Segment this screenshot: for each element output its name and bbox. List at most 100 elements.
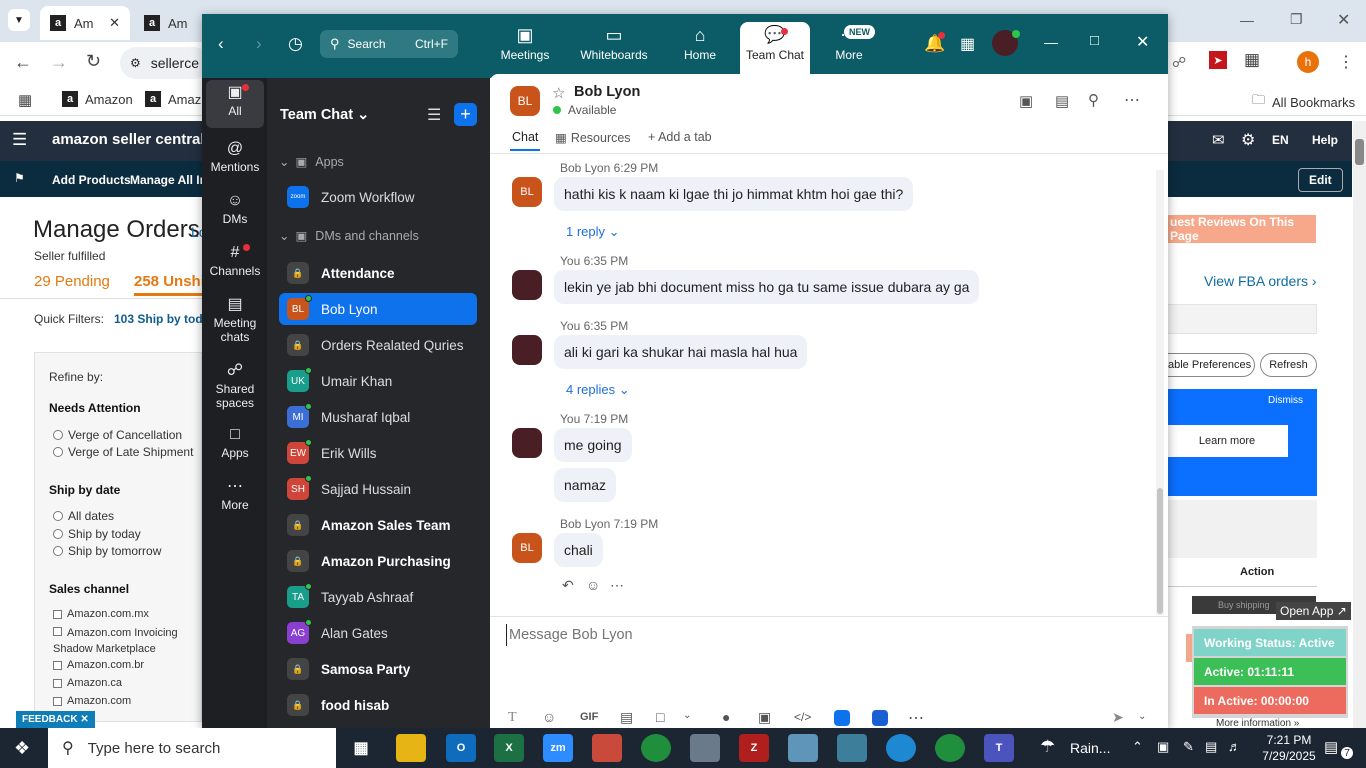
radio-ship-today[interactable]: Ship by today (53, 527, 141, 541)
share-screen-icon[interactable]: ▤ (1055, 92, 1069, 110)
message-input[interactable] (506, 624, 1106, 646)
hamburger-menu-icon[interactable]: ☰ (12, 130, 27, 150)
checkbox-amazon-com[interactable]: Amazon.com (53, 695, 131, 707)
app-taskbar-icon[interactable] (592, 734, 622, 762)
bookmark-icon[interactable]: ⚑ (14, 171, 25, 185)
wifi-icon[interactable]: ▤ (1205, 739, 1217, 755)
rail-mentions[interactable]: @ Mentions (206, 138, 264, 174)
minimize-icon[interactable]: — (1044, 34, 1058, 50)
nav-team-chat[interactable]: 💬 Team Chat (740, 22, 810, 78)
text-format-icon[interactable]: T (508, 710, 517, 726)
file-icon[interactable]: ▤ (620, 709, 633, 726)
chevron-down-icon[interactable]: ⌄ (1138, 711, 1146, 722)
profile-avatar[interactable]: h (1297, 51, 1319, 73)
checkbox-amazon-br[interactable]: Amazon.com.br (53, 659, 144, 671)
reload-icon[interactable]: ↻ (86, 51, 101, 72)
windows-start-icon[interactable]: ❖ (14, 738, 30, 759)
radio-verge-late-shipment[interactable]: Verge of Late Shipment (53, 445, 193, 459)
section-apps[interactable]: ⌄ ▣ Apps (279, 154, 344, 170)
browser-tab-active[interactable]: a Am ✕ (40, 6, 130, 40)
send-icon[interactable]: ➤ (1112, 709, 1124, 726)
page-scrollbar-thumb[interactable] (1355, 139, 1364, 165)
learn-more-button[interactable]: Learn more (1166, 425, 1288, 457)
teams-icon[interactable]: T (984, 734, 1014, 762)
message-bubble[interactable]: ali ki gari ka shukar hai masla hal hua (554, 335, 808, 369)
back-arrow-icon[interactable]: ‹ (218, 34, 224, 54)
radio-verge-cancellation[interactable]: Verge of Cancellation (53, 428, 182, 442)
rail-channels[interactable]: # Channels (206, 242, 264, 278)
replies-link[interactable]: 1 reply ⌄ (566, 224, 620, 240)
maximize-icon[interactable]: □ (1090, 32, 1099, 49)
nav-more[interactable]: ⋯ More NEW (814, 22, 884, 62)
list-item[interactable]: SH Sajjad Hussain (279, 473, 477, 505)
radio-all-dates[interactable]: All dates (53, 509, 114, 523)
edge-icon[interactable] (886, 734, 916, 762)
rail-apps[interactable]: □ Apps (206, 424, 264, 460)
message-avatar[interactable] (512, 270, 542, 300)
minimize-icon[interactable]: — (1240, 12, 1254, 28)
app-icon[interactable] (834, 710, 850, 726)
reply-thread-icon[interactable]: ↶ (562, 577, 574, 594)
edit-button[interactable]: Edit (1298, 168, 1343, 192)
search-chat-icon[interactable]: ⚲ (1088, 91, 1099, 109)
pdf-extension-icon[interactable]: ➤ (1209, 51, 1227, 69)
list-item[interactable]: 🔒 Orders Realated Quries (279, 329, 477, 361)
apps-grid-icon[interactable]: ▦ (18, 91, 32, 109)
chevron-up-icon[interactable]: ⌃ (1132, 739, 1143, 755)
contact-name[interactable]: Bob Lyon (574, 84, 640, 100)
zoom-search-bar[interactable]: ⚲ Search Ctrl+F (320, 30, 458, 58)
message-avatar[interactable]: BL (512, 533, 542, 563)
add-products-link[interactable]: Add Products (52, 173, 131, 187)
checkbox-amazon-mx[interactable]: Amazon.com.mx (53, 608, 149, 620)
section-dms-channels[interactable]: ⌄ ▣ DMs and channels (279, 228, 419, 244)
app-taskbar-icon[interactable] (788, 734, 818, 762)
gif-button[interactable]: GIF (580, 711, 598, 723)
view-fba-link[interactable]: View FBA orders › (1204, 273, 1317, 289)
app-icon[interactable] (872, 710, 888, 726)
calendar-icon[interactable]: ▦ (960, 34, 975, 54)
restore-icon[interactable]: ❐ (1290, 11, 1303, 28)
request-reviews-button[interactable]: uest Reviews On This Page (1166, 215, 1316, 243)
menu-dots-icon[interactable]: ⋮ (1338, 52, 1354, 72)
quick-filter-ship-today[interactable]: 103 Ship by today (114, 312, 216, 326)
tab-unshipped[interactable]: 258 Unshi (134, 273, 205, 290)
outlook-icon[interactable]: O (446, 734, 476, 762)
video-message-icon[interactable]: ▣ (758, 709, 771, 726)
list-item[interactable]: 🔒 Samosa Party (279, 653, 477, 685)
close-tab-icon[interactable]: ✕ (109, 15, 120, 31)
table-preferences-button[interactable]: able Preferences (1166, 353, 1255, 377)
rail-dms[interactable]: ☺ DMs (206, 190, 264, 226)
volume-icon[interactable]: ♬ (1228, 739, 1241, 754)
list-item[interactable]: EW Erik Wills (279, 437, 477, 469)
list-item[interactable]: 🔒 Amazon Sales Team (279, 509, 477, 541)
list-item[interactable]: 🔒 Amazon Purchasing (279, 545, 477, 577)
video-call-icon[interactable]: ▣ (1019, 92, 1033, 110)
close-window-icon[interactable]: ✕ (1337, 10, 1350, 30)
tab-pending[interactable]: 29 Pending (34, 273, 110, 290)
bookmark-item[interactable]: a Amaz (145, 91, 201, 107)
nav-whiteboards[interactable]: ▭ Whiteboards (574, 22, 654, 62)
notification-center-icon[interactable]: ▤ (1324, 738, 1338, 756)
message-avatar[interactable] (512, 335, 542, 365)
star-icon[interactable]: ☆ (552, 84, 565, 102)
refresh-button[interactable]: Refresh (1260, 353, 1317, 377)
excel-icon[interactable]: X (494, 734, 524, 762)
rail-meeting-chats[interactable]: ▤ Meeting chats (206, 294, 264, 344)
emoji-reaction-icon[interactable]: ☺ (586, 577, 600, 593)
rail-more[interactable]: ⋯ More (206, 476, 264, 512)
chat-scrollbar[interactable] (1156, 170, 1164, 615)
weather-label[interactable]: Rain... (1070, 740, 1110, 756)
microphone-icon[interactable]: ● (722, 709, 730, 725)
checkbox-amazon-ca[interactable]: Amazon.ca (53, 677, 122, 689)
site-info-icon[interactable]: ⚙ (130, 56, 141, 70)
page-scrollbar[interactable] (1353, 121, 1366, 728)
replies-link[interactable]: 4 replies ⌄ (566, 382, 630, 398)
tab-search-icon[interactable]: ▼ (8, 9, 30, 31)
settings-gear-icon[interactable]: ⚙ (1241, 130, 1255, 150)
list-item[interactable]: MI Musharaf Iqbal (279, 401, 477, 433)
new-chat-plus-icon[interactable]: + (454, 103, 477, 126)
list-item[interactable]: UK Umair Khan (279, 365, 477, 397)
tab-chat[interactable]: Chat (512, 130, 538, 144)
history-icon[interactable]: ◷ (288, 34, 303, 54)
list-item[interactable]: AG Alan Gates (279, 617, 477, 649)
